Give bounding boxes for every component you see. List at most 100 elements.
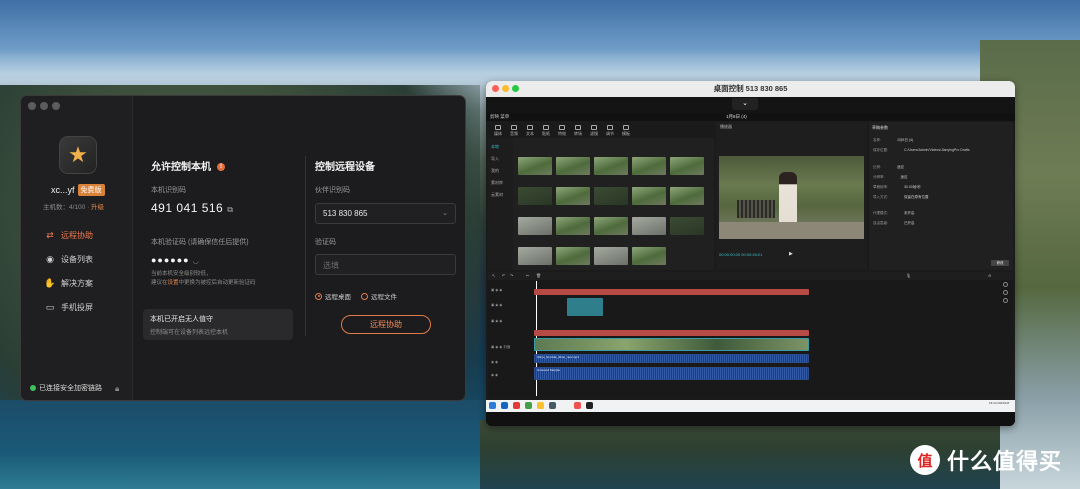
media-thumbnail[interactable] (670, 157, 704, 175)
media-side-item[interactable]: 本地 (491, 144, 499, 150)
media-thumbnail[interactable] (594, 157, 628, 175)
select-tool-icon[interactable]: ↖ (492, 273, 495, 278)
timeline-clip-subtitle[interactable] (534, 330, 809, 336)
minimize-button[interactable] (40, 102, 48, 110)
timeline-ruler[interactable] (534, 281, 1004, 286)
lock-icon[interactable]: 🔒︎ (115, 384, 119, 394)
media-thumbnail[interactable] (556, 157, 590, 175)
editor-menu[interactable]: 剪映 菜单 (490, 114, 509, 120)
radio-remote-file[interactable]: 远程文件 (361, 291, 397, 301)
zoom-slider-icon[interactable]: ⊖ (988, 273, 991, 278)
video-preview[interactable] (719, 156, 864, 239)
unattended-card[interactable]: 本机已开启无人值守 控制端可在设备列表远控本机 (143, 309, 293, 340)
zoom-button[interactable] (52, 102, 60, 110)
track-header-audio[interactable]: ◉ ◉ (491, 360, 498, 364)
close-button[interactable] (28, 102, 36, 110)
media-side-item[interactable]: 素材库 (491, 180, 503, 186)
play-icon[interactable]: ▶ (789, 251, 793, 257)
chevron-down-icon[interactable]: ⌄ (442, 209, 448, 217)
app-main-panel: 允许控制本机! 本机识别码 491 041 516 ⧉ 本机验证码 (请确保信任后… (133, 96, 465, 400)
toggle-icon[interactable] (1003, 298, 1008, 303)
media-thumbnail[interactable] (632, 217, 666, 235)
timeline-clip-text[interactable] (534, 289, 809, 295)
tool-template[interactable]: 模板 (620, 125, 632, 136)
tool-text[interactable]: 文本 (524, 125, 536, 136)
media-side-item[interactable]: 导入 (491, 156, 499, 162)
media-thumbnail[interactable] (632, 247, 666, 265)
app-icon[interactable] (525, 402, 532, 409)
toggle-icon[interactable] (1003, 290, 1008, 295)
timeline-clip-music[interactable]: Unsound Sample (534, 367, 809, 380)
toolbar-toggle-button[interactable]: ⌄ (732, 98, 758, 110)
media-thumbnail[interactable] (518, 157, 552, 175)
undo-icon[interactable]: ↶ (502, 273, 505, 278)
sidebar-item-remote-assist[interactable]: ⇄ 远程协助 (45, 230, 129, 241)
sidebar-item-phone-cast[interactable]: ▭ 手机投屏 (45, 302, 129, 313)
minimize-button[interactable] (502, 85, 509, 92)
radio-remote-desktop[interactable]: 远程桌面 (315, 291, 351, 301)
remote-assist-button[interactable]: 远程协助 (341, 315, 431, 334)
media-thumbnail[interactable] (594, 187, 628, 205)
warning-icon[interactable]: ! (217, 163, 225, 172)
media-thumbnail[interactable] (632, 157, 666, 175)
eye-closed-icon[interactable]: ◡ (193, 258, 200, 265)
start-icon[interactable] (489, 402, 496, 409)
jianying-icon[interactable] (586, 402, 593, 409)
track-header-audio2[interactable]: ◉ ◉ (491, 373, 498, 377)
taskbar-clock[interactable]: 15:10 2023/1/8 (989, 401, 1009, 405)
tool-audio[interactable]: 音频 (508, 125, 520, 136)
chrome-icon[interactable] (513, 402, 520, 409)
close-button[interactable] (492, 85, 499, 92)
tool-filter[interactable]: 滤镜 (588, 125, 600, 136)
timeline-clip-video[interactable] (534, 338, 809, 351)
props-tab[interactable]: 草稿参数 (872, 125, 888, 131)
upgrade-link[interactable]: 升级 (91, 204, 104, 211)
media-thumbnail[interactable] (556, 217, 590, 235)
media-thumbnail[interactable] (556, 247, 590, 265)
track-header[interactable]: ▣ ◉ ◉ (491, 319, 502, 323)
media-thumbnail[interactable] (670, 187, 704, 205)
copy-icon[interactable]: ⧉ (227, 205, 233, 214)
modify-button[interactable]: 修改 (991, 260, 1009, 266)
redo-icon[interactable]: ↷ (510, 273, 513, 278)
media-thumbnail[interactable] (632, 187, 666, 205)
app-icon[interactable] (537, 402, 544, 409)
media-thumbnail[interactable] (594, 217, 628, 235)
app-icon[interactable] (574, 402, 581, 409)
tool-media[interactable]: 媒体 (492, 125, 504, 136)
media-thumbnail[interactable] (556, 187, 590, 205)
media-thumbnail[interactable] (594, 247, 628, 265)
partner-id-input[interactable]: 513 830 865 ⌄ (315, 203, 456, 224)
toggle-icon[interactable] (1003, 282, 1008, 287)
tool-transition[interactable]: 转场 (572, 125, 584, 136)
app-icon[interactable] (549, 402, 556, 409)
timeline-clip-sticker[interactable] (567, 298, 603, 316)
delete-icon[interactable]: 🗑︎ (536, 273, 541, 278)
sidebar-item-device-list[interactable]: ◉ 设备列表 (45, 254, 129, 265)
video-path (719, 222, 864, 239)
local-code-value: ●●●●●● ◡ (151, 255, 200, 265)
media-thumbnail[interactable] (518, 247, 552, 265)
split-icon[interactable]: ✂ (526, 273, 529, 278)
unattended-subtitle: 控制端可在设备列表远控本机 (150, 330, 229, 336)
track-header[interactable]: ▣ ◉ ◉ (491, 303, 502, 307)
mic-icon[interactable]: 🎙︎ (906, 273, 911, 278)
media-thumbnail[interactable] (518, 187, 552, 205)
media-side-item[interactable]: 云素材 (491, 192, 503, 198)
track-header[interactable]: ▣ ◉ ◉ (491, 288, 502, 292)
remote-code-input[interactable]: 选填 (315, 254, 456, 275)
tool-sticker[interactable]: 贴纸 (540, 125, 552, 136)
media-thumbnail[interactable] (518, 217, 552, 235)
remote-video-editor[interactable]: 剪映 菜单 1月8日 (4) 媒体 音频 文本 贴纸 特效 转场 滤镜 调节 模… (486, 113, 1015, 426)
sidebar-item-solutions[interactable]: ✋ 解决方案 (44, 278, 129, 289)
zoom-button[interactable] (512, 85, 519, 92)
avatar[interactable]: ★ (60, 137, 96, 173)
settings-link[interactable]: 设置 (168, 280, 179, 286)
timeline-clip-audio[interactable]: Ukiyo_Sumida_Jibun_new.mp4 (534, 354, 809, 363)
media-side-item[interactable]: 我的 (491, 168, 499, 174)
tool-effects[interactable]: 特效 (556, 125, 568, 136)
media-thumbnail[interactable] (670, 217, 704, 235)
tool-adjust[interactable]: 调节 (604, 125, 616, 136)
explorer-icon[interactable] (501, 402, 508, 409)
track-header-main[interactable]: ▣ ◉ ◉ 封面 (491, 345, 510, 350)
